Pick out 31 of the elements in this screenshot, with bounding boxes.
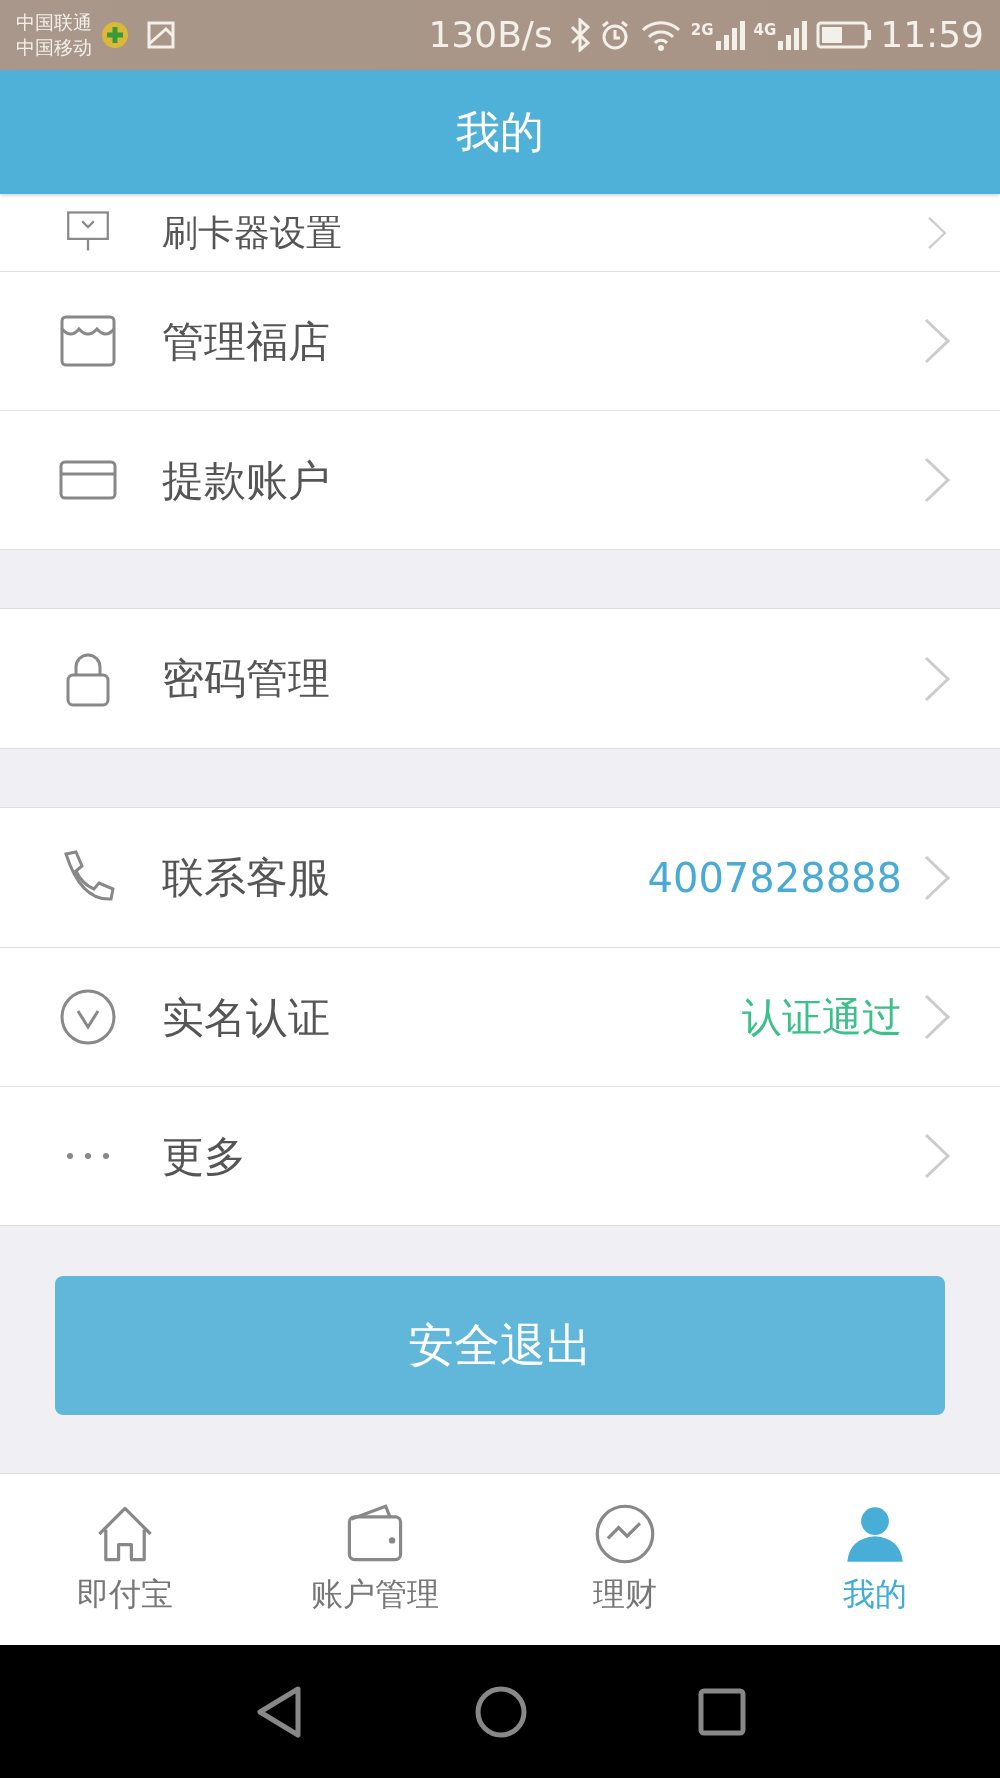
recents-icon[interactable] xyxy=(698,1687,746,1736)
page-title: 我的 xyxy=(0,70,1000,194)
tab[interactable]: 即付宝 xyxy=(0,1474,250,1645)
signal-icon xyxy=(713,19,746,51)
shield-icon xyxy=(100,20,130,50)
network-speed: 130B/s xyxy=(428,13,553,57)
carrier-name: 中国联通 xyxy=(16,10,92,35)
battery-icon xyxy=(816,20,873,50)
carrier-name: 中国移动 xyxy=(16,35,92,60)
menu-item[interactable]: 实名认证 认证通过 xyxy=(0,947,1000,1086)
chevron-right-icon xyxy=(922,992,952,1042)
menu-item[interactable]: 联系客服 4007828888 xyxy=(0,808,1000,947)
signal-icon xyxy=(776,19,809,51)
tab[interactable]: 账户管理 xyxy=(250,1474,500,1645)
image-icon xyxy=(146,20,176,50)
menu-item[interactable]: 管理福店 xyxy=(0,271,1000,410)
chevron-right-icon xyxy=(922,455,952,505)
menu-item[interactable]: 刷卡器设置 xyxy=(0,194,1000,271)
network-type: 2G xyxy=(690,20,714,41)
back-icon[interactable] xyxy=(254,1684,304,1739)
check-circle-icon xyxy=(58,987,118,1047)
chevron-right-icon xyxy=(922,1131,952,1181)
network-type: 4G xyxy=(753,20,777,41)
menu-item[interactable]: 密码管理 xyxy=(0,609,1000,748)
home-circle-icon[interactable] xyxy=(474,1684,528,1739)
clock-time: 11:59 xyxy=(880,13,984,57)
bluetooth-icon xyxy=(568,18,591,52)
chevron-right-icon xyxy=(922,316,952,366)
tab[interactable]: 理财 xyxy=(500,1474,750,1645)
menu-item[interactable]: 提款账户 xyxy=(0,410,1000,549)
menu-item[interactable]: 更多 xyxy=(0,1086,1000,1225)
